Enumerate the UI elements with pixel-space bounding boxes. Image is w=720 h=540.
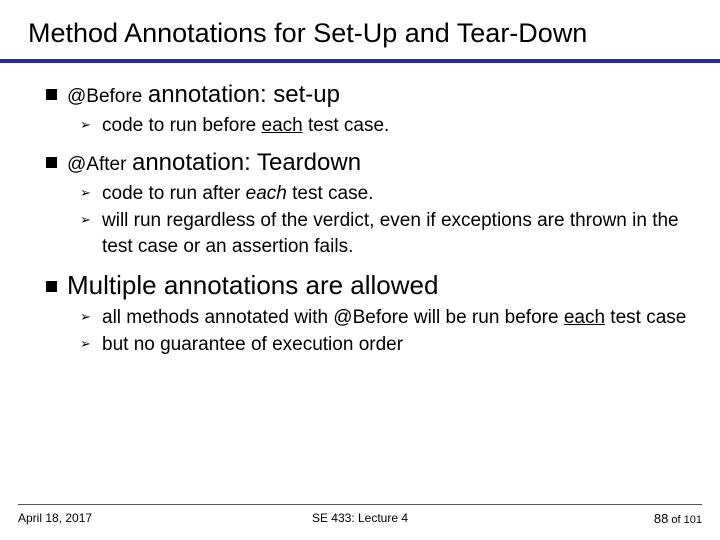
sub-item: ➢ will run regardless of the verdict, eve…	[80, 208, 692, 259]
sub-item: ➢ code to run after each test case.	[80, 181, 692, 207]
footer-row: April 18, 2017 SE 433: Lecture 4 88 of 1…	[18, 511, 702, 526]
footer-rule	[18, 504, 702, 505]
slide-footer: April 18, 2017 SE 433: Lecture 4 88 of 1…	[0, 504, 720, 526]
chevron-icon: ➢	[80, 116, 91, 134]
sub-text: will run regardless of the verdict, even…	[102, 210, 679, 257]
footer-page: 88 of 101	[654, 511, 702, 526]
slide: Method Annotations for Set-Up and Tear-D…	[0, 0, 720, 540]
sub-item: ➢ but no guarantee of execution order	[80, 332, 692, 358]
footer-course: SE 433: Lecture 4	[312, 511, 408, 525]
title-rule	[0, 59, 720, 63]
bullet-text: @Before annotation: set-up	[67, 85, 340, 107]
slide-body: @Before annotation: set-up ➢ code to run …	[28, 81, 692, 358]
sub-list: ➢ all methods annotated with @Before will…	[46, 305, 692, 358]
slide-title: Method Annotations for Set-Up and Tear-D…	[28, 18, 692, 49]
square-bullet-icon	[46, 89, 57, 100]
bullet-text: @After annotation: Teardown	[67, 153, 361, 175]
square-bullet-icon	[46, 281, 57, 292]
bullet-text: Multiple annotations are allowed	[67, 277, 438, 299]
chevron-icon: ➢	[80, 335, 91, 353]
square-bullet-icon	[46, 157, 57, 168]
footer-date: April 18, 2017	[18, 511, 92, 526]
bullet-item: @After annotation: Teardown ➢ code to run…	[46, 149, 692, 260]
chevron-icon: ➢	[80, 308, 91, 326]
sub-list: ➢ code to run after each test case. ➢ will…	[46, 181, 692, 260]
sub-list: ➢ code to run before each test case.	[46, 113, 692, 139]
bullet-item: Multiple annotations are allowed ➢ all me…	[46, 270, 692, 358]
sub-item: ➢ code to run before each test case.	[80, 113, 692, 139]
sub-item: ➢ all methods annotated with @Before will…	[80, 305, 692, 331]
chevron-icon: ➢	[80, 211, 91, 229]
sub-text: code to run after each test case.	[102, 183, 373, 204]
sub-text: all methods annotated with @Before will …	[102, 307, 686, 328]
bullet-item: @Before annotation: set-up ➢ code to run …	[46, 81, 692, 139]
chevron-icon: ➢	[80, 184, 91, 202]
bullet-list: @Before annotation: set-up ➢ code to run …	[28, 81, 692, 358]
sub-text: but no guarantee of execution order	[102, 334, 403, 355]
sub-text: code to run before each test case.	[102, 115, 389, 136]
